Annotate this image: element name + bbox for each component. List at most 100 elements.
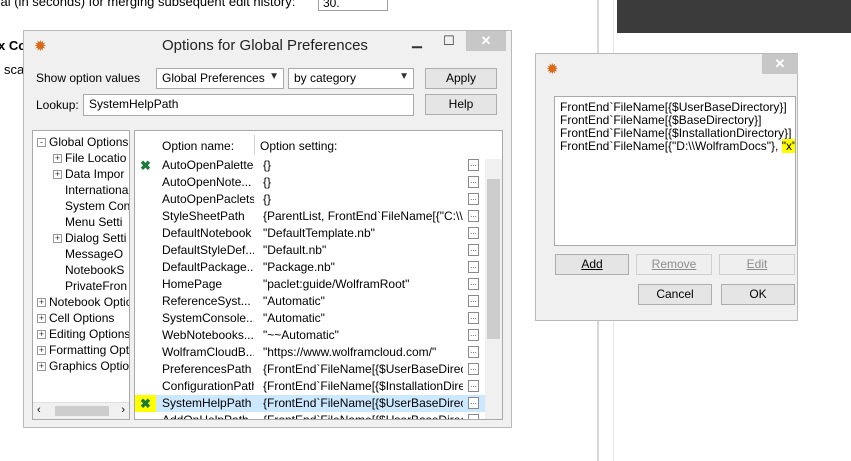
option-row[interactable]: DefaultNotebook "DefaultTemplate.nb"... — [135, 225, 485, 242]
tree-horizontal-scrollbar[interactable]: ‹ › — [33, 402, 129, 419]
edit-dialog-close-button[interactable]: ✕ — [762, 54, 798, 74]
option-setting[interactable]: "~~Automatic" — [263, 327, 463, 344]
option-setting[interactable]: {ParentList, FrontEnd`FileName[{"C:\\... — [263, 208, 463, 225]
option-setting[interactable]: "Package.nb" — [263, 259, 463, 276]
tree-item[interactable]: System Con — [53, 198, 129, 214]
option-setting[interactable]: "DefaultTemplate.nb" — [263, 225, 463, 242]
minimize-button[interactable]: ▁ — [402, 31, 432, 51]
option-list-scrollbar[interactable] — [485, 159, 502, 419]
edit-ellipsis-button[interactable]: ... — [468, 397, 479, 409]
expand-icon[interactable]: + — [37, 330, 46, 340]
option-setting[interactable]: {FrontEnd`FileName[{$UserBaseDirect... — [263, 412, 463, 419]
option-row[interactable]: ReferenceSyst... "Automatic"... — [135, 293, 485, 310]
tree-item[interactable]: PrivateFron — [53, 278, 127, 294]
edit-ellipsis-button[interactable]: ... — [468, 278, 479, 290]
tree-item[interactable]: + Cell Options — [37, 310, 114, 326]
option-setting[interactable]: {} — [263, 191, 463, 208]
expand-icon[interactable]: + — [37, 346, 46, 356]
option-row[interactable]: ConfigurationPath {FrontEnd`FileName[{$In… — [135, 378, 485, 395]
option-setting[interactable]: {FrontEnd`FileName[{$UserBaseDirect... — [263, 361, 463, 378]
option-setting[interactable]: "Default.nb" — [263, 242, 463, 259]
edit-ellipsis-button[interactable]: ... — [468, 210, 479, 222]
expand-icon[interactable]: + — [53, 154, 62, 164]
edit-ellipsis-button[interactable]: ... — [468, 380, 479, 392]
option-row[interactable]: PreferencesPath {FrontEnd`FileName[{$User… — [135, 361, 485, 378]
help-button[interactable]: Help — [425, 94, 497, 115]
tree-item[interactable]: Internationa — [53, 182, 128, 198]
tree-item[interactable]: + Data Impor — [53, 166, 124, 182]
tree-scroll-thumb[interactable] — [55, 406, 109, 416]
option-setting[interactable]: "Automatic" — [263, 310, 463, 327]
option-row[interactable]: StyleSheetPath {ParentList, FrontEnd`File… — [135, 208, 485, 225]
option-row[interactable]: DefaultStyleDef... "Default.nb"... — [135, 242, 485, 259]
option-setting[interactable]: "Automatic" — [263, 293, 463, 310]
collapse-icon[interactable]: - — [37, 138, 46, 148]
tree-item[interactable]: + Notebook Optio — [37, 294, 129, 310]
option-setting[interactable]: {FrontEnd`FileName[{$InstallationDire... — [263, 378, 463, 395]
edit-ellipsis-button[interactable]: ... — [468, 176, 479, 188]
modified-option-icon[interactable]: ✖ — [140, 157, 151, 174]
scroll-left-icon[interactable]: ‹ — [37, 404, 41, 416]
tree-item[interactable]: MessageO — [53, 246, 123, 262]
option-row[interactable]: ✖ SystemHelpPath {FrontEnd`FileName[{$User… — [135, 395, 485, 412]
modified-option-icon[interactable]: ✖ — [135, 395, 156, 412]
option-list[interactable]: Option name: Option setting: ✖ AutoOpenPa… — [134, 130, 503, 420]
expand-icon[interactable]: + — [53, 234, 62, 244]
options-dialog-titlebar[interactable]: ✹ Options for Global Preferences ▁ ☐ ✕ — [24, 31, 511, 59]
expand-icon[interactable]: + — [37, 362, 46, 372]
edit-ellipsis-button[interactable]: ... — [468, 193, 479, 205]
edit-ellipsis-button[interactable]: ... — [468, 312, 479, 324]
tree-item[interactable]: + Formatting Opti — [37, 342, 129, 358]
edit-ellipsis-button[interactable]: ... — [468, 159, 479, 171]
option-row[interactable]: WolframCloudB... "https://www.wolframclou… — [135, 344, 485, 361]
ok-button[interactable]: OK — [721, 284, 795, 305]
option-setting[interactable]: "https://www.wolframcloud.com/" — [263, 344, 463, 361]
option-row[interactable]: AddOnHelpPath {FrontEnd`FileName[{$UserBa… — [135, 412, 485, 419]
option-row[interactable]: ✖ AutoOpenPalettes {}... — [135, 157, 485, 174]
maximize-button[interactable]: ☐ — [434, 31, 464, 51]
tree-item[interactable]: + Dialog Setti — [53, 230, 126, 246]
expand-icon[interactable]: + — [37, 298, 46, 308]
edit-ellipsis-button[interactable]: ... — [468, 346, 479, 358]
option-setting[interactable]: {FrontEnd`FileName[{$UserBaseDirect... — [263, 395, 463, 412]
path-list-editor[interactable]: FrontEnd`FileName[{$UserBaseDirectory}] … — [554, 96, 796, 246]
expand-icon[interactable]: + — [37, 314, 46, 324]
tree-item[interactable]: + Graphics Optio — [37, 358, 129, 374]
lookup-input[interactable]: SystemHelpPath — [83, 94, 414, 116]
cancel-button[interactable]: Cancel — [638, 284, 712, 305]
edit-ellipsis-button[interactable]: ... — [468, 244, 479, 256]
expand-icon[interactable]: + — [53, 170, 62, 180]
history-interval-field[interactable]: 30. — [318, 0, 388, 11]
apply-button[interactable]: Apply — [425, 68, 497, 89]
tree-item[interactable]: - Global Options — [37, 134, 128, 150]
tree-item[interactable]: NotebookS — [53, 262, 124, 278]
edit-ellipsis-button[interactable]: ... — [468, 329, 479, 341]
edit-ellipsis-button[interactable]: ... — [468, 414, 479, 419]
option-setting[interactable]: {} — [263, 157, 463, 174]
option-row[interactable]: SystemConsole... "Automatic"... — [135, 310, 485, 327]
edit-ellipsis-button[interactable]: ... — [468, 363, 479, 375]
option-row[interactable]: AutoOpenNote... {}... — [135, 174, 485, 191]
remove-button[interactable]: Remove — [636, 254, 712, 275]
option-list-scroll-thumb[interactable] — [487, 179, 500, 339]
scope-select[interactable]: Global Preferences ▼ — [156, 68, 284, 89]
edit-ellipsis-button[interactable]: ... — [468, 295, 479, 307]
add-button[interactable]: Add — [555, 254, 629, 275]
option-row[interactable]: WebNotebooks... "~~Automatic"... — [135, 327, 485, 344]
edit-ellipsis-button[interactable]: ... — [468, 261, 479, 273]
option-row[interactable]: HomePage "paclet:guide/WolframRoot"... — [135, 276, 485, 293]
option-row[interactable]: AutoOpenPaclets {}... — [135, 191, 485, 208]
category-tree[interactable]: - Global Options + File Locatio + Data Impor I… — [32, 130, 130, 420]
option-name: ReferenceSyst... — [162, 294, 251, 308]
order-select[interactable]: by category ▼ — [288, 68, 414, 89]
tree-item[interactable]: + Editing Options — [37, 326, 129, 342]
option-row[interactable]: DefaultPackage... "Package.nb"... — [135, 259, 485, 276]
edit-button[interactable]: Edit — [719, 254, 795, 275]
close-button[interactable]: ✕ — [466, 31, 506, 51]
option-setting[interactable]: {} — [263, 174, 463, 191]
edit-ellipsis-button[interactable]: ... — [468, 227, 479, 239]
tree-item[interactable]: + File Locatio — [53, 150, 126, 166]
option-setting[interactable]: "paclet:guide/WolframRoot" — [263, 276, 463, 293]
scroll-right-icon[interactable]: › — [121, 404, 125, 416]
tree-item[interactable]: Menu Setti — [53, 214, 122, 230]
